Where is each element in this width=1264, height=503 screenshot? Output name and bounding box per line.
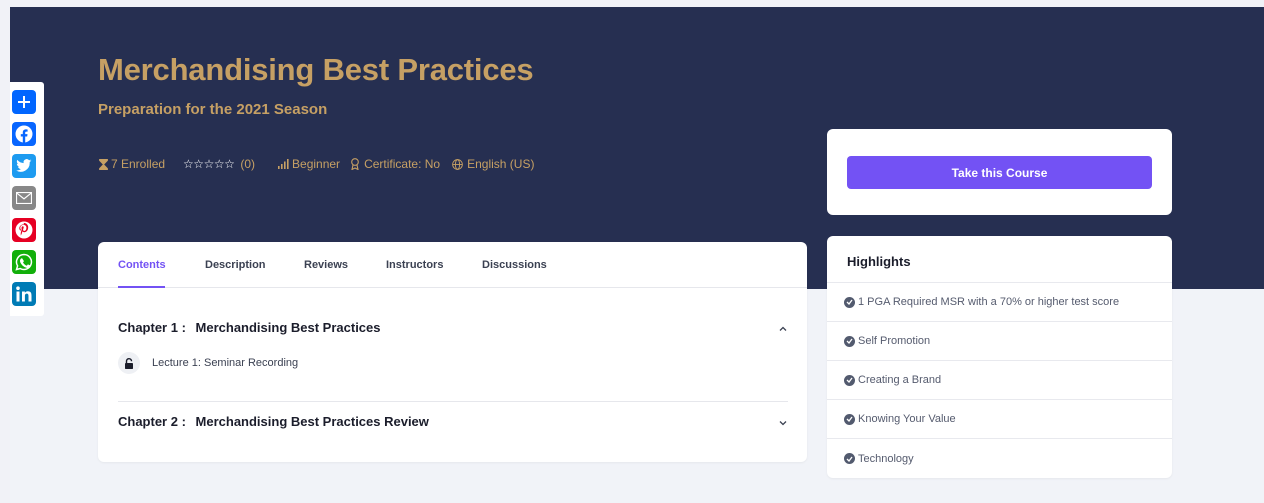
chapter-1-number: Chapter 1 : [118, 320, 186, 335]
tab-contents[interactable]: Contents [118, 259, 166, 271]
tab-instructors[interactable]: Instructors [386, 259, 443, 271]
rating-count: (0) [240, 157, 256, 171]
highlights-heading: Highlights [827, 236, 1172, 283]
linkedin-icon [16, 286, 32, 302]
chapter-1-title: Merchandising Best Practices [195, 320, 381, 335]
highlight-item: Creating a Brand [827, 361, 1172, 400]
linkedin-share-button[interactable] [12, 282, 36, 306]
highlight-label: 1 PGA Required MSR with a 70% or higher … [858, 296, 1120, 308]
level-label: Beginner [292, 157, 341, 171]
enrolled-label: 7 Enrolled [111, 157, 166, 171]
award-icon [351, 158, 359, 170]
course-level: Beginner [278, 157, 340, 171]
highlight-label: Technology [858, 452, 914, 465]
whatsapp-share-button[interactable] [12, 250, 36, 274]
social-share-bar [10, 82, 44, 316]
chapter-divider [118, 401, 788, 402]
language-info: English (US) [452, 157, 534, 171]
course-content-card: Contents Description Reviews Instructors… [98, 242, 807, 462]
check-circle-icon [844, 335, 855, 347]
check-circle-icon [844, 453, 855, 464]
whatsapp-icon [15, 253, 33, 271]
pinterest-icon [15, 221, 33, 239]
lecture-label: Lecture 1: Seminar Recording [152, 357, 299, 369]
course-tabs: Contents Description Reviews Instructors… [98, 242, 807, 288]
twitter-icon [16, 159, 32, 172]
highlight-label: Knowing Your Value [858, 413, 956, 425]
highlight-item: Self Promotion [827, 322, 1172, 361]
chapter-2-number: Chapter 2 : [118, 414, 186, 429]
add-share-button[interactable] [12, 90, 36, 114]
lecture-item[interactable]: Lecture 1: Seminar Recording [118, 352, 298, 374]
facebook-icon [15, 125, 33, 143]
check-circle-icon [844, 296, 855, 308]
facebook-share-button[interactable] [12, 122, 36, 146]
take-course-button[interactable]: Take this Course [847, 156, 1152, 189]
globe-icon [452, 158, 463, 170]
plus-icon [18, 96, 30, 108]
email-icon [16, 192, 32, 204]
highlights-card: Highlights 1 PGA Required MSR with a 70%… [827, 236, 1172, 478]
email-share-button[interactable] [12, 186, 36, 210]
chapter-1-header[interactable]: Chapter 1 : Merchandising Best Practices [118, 320, 788, 335]
course-title: Merchandising Best Practices [98, 52, 534, 87]
highlight-label: Self Promotion [858, 335, 931, 347]
pinterest-share-button[interactable] [12, 218, 36, 242]
check-circle-icon [844, 374, 855, 386]
signal-bars-icon [278, 159, 289, 169]
enrolled-count: 7 Enrolled [98, 157, 165, 171]
highlight-item: Knowing Your Value [827, 400, 1172, 439]
twitter-share-button[interactable] [12, 154, 36, 178]
highlight-item: Technology [827, 439, 1172, 478]
tab-reviews[interactable]: Reviews [304, 259, 348, 271]
highlight-label: Creating a Brand [858, 374, 942, 386]
highlight-item: 1 PGA Required MSR with a 70% or higher … [827, 283, 1172, 322]
chapter-2-title: Merchandising Best Practices Review [195, 414, 429, 429]
language-label: English (US) [467, 157, 535, 171]
lock-icon [118, 352, 140, 374]
enroll-card: Take this Course [827, 129, 1172, 215]
course-meta-bar: 7 Enrolled ☆☆☆☆☆ (0) Beginner Certificat… [98, 157, 534, 171]
certificate-label: Certificate: No [364, 157, 441, 171]
course-subtitle: Preparation for the 2021 Season [98, 101, 328, 118]
certificate-info: Certificate: No [350, 157, 440, 171]
chevron-down-icon[interactable] [778, 418, 788, 428]
hourglass-icon [99, 158, 108, 170]
chevron-up-icon[interactable] [778, 324, 788, 334]
chapter-2-header[interactable]: Chapter 2 : Merchandising Best Practices… [118, 414, 788, 429]
active-tab-indicator [118, 286, 165, 288]
rating: ☆☆☆☆☆ (0) [183, 157, 255, 171]
check-circle-icon [844, 413, 855, 425]
tab-discussions[interactable]: Discussions [482, 259, 547, 271]
tab-description[interactable]: Description [205, 259, 266, 271]
star-rating-icon: ☆☆☆☆☆ [183, 157, 235, 171]
